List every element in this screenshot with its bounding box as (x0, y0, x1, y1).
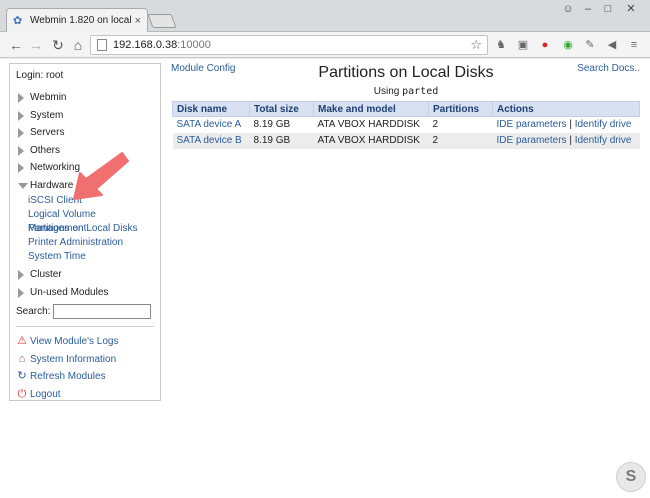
category-system[interactable]: System (16, 107, 154, 125)
table-row: SATA device B 8.19 GB ATA VBOX HARDDISK … (172, 132, 640, 149)
new-tab-button[interactable] (147, 14, 177, 28)
ide-parameters-link[interactable]: IDE parameters (497, 119, 567, 130)
disk-name-link[interactable]: SATA device A (177, 119, 242, 130)
refresh-icon: ↻ (17, 370, 27, 382)
bookmark-star-icon[interactable]: ☆ (470, 37, 482, 53)
module-logical-volume-management[interactable]: Logical Volume Management (16, 208, 154, 234)
search-input[interactable] (53, 303, 152, 319)
expand-triangle-icon (18, 270, 24, 280)
expand-triangle-icon (18, 287, 24, 298)
extension-icon[interactable]: ✎ (582, 37, 598, 53)
column-header: Partitions (428, 101, 493, 117)
category-unused-modules[interactable]: Un-used Modules (16, 284, 154, 302)
identify-drive-link[interactable]: Identify drive (575, 135, 632, 146)
total-size: 8.19 GB (249, 116, 314, 133)
column-header: Total size (249, 101, 314, 117)
forward-arrow-icon[interactable]: → (28, 37, 44, 53)
browser-titlebar: ✿ Webmin 1.820 on localh × ☺ – □ ✕ (0, 0, 650, 32)
tool-name: parted (402, 86, 439, 97)
module-printer-administration[interactable]: Printer Administration (16, 236, 154, 250)
user-profile-icon[interactable]: ☺ (559, 2, 577, 18)
extension-icon[interactable]: ● (537, 37, 553, 53)
collapse-triangle-icon (18, 182, 28, 189)
ide-parameters-link[interactable]: IDE parameters (497, 135, 567, 146)
extension-icon[interactable]: ◉ (560, 37, 576, 53)
page-info-icon[interactable] (97, 39, 107, 51)
page-title: Partitions on Local Disks (318, 64, 494, 81)
total-size: 8.19 GB (249, 132, 314, 149)
make-model: ATA VBOX HARDDISK (313, 116, 429, 133)
expand-triangle-icon (18, 145, 24, 156)
home-icon[interactable]: ⌂ (70, 37, 86, 53)
search-label: Search: (16, 305, 51, 317)
url-host: 192.168.0.38 (113, 39, 178, 51)
make-model: ATA VBOX HARDDISK (313, 132, 429, 149)
module-system-time[interactable]: System Time (16, 250, 154, 264)
expand-triangle-icon (18, 110, 24, 121)
partitions-count: 2 (428, 116, 493, 133)
module-iscsi-client[interactable]: iSCSI Client (16, 194, 154, 208)
watermark-logo: S (616, 462, 646, 492)
partitions-count: 2 (428, 132, 493, 149)
expand-triangle-icon (18, 128, 24, 138)
back-arrow-icon[interactable]: ← (8, 37, 24, 53)
system-information-link[interactable]: ⌂ System Information (16, 351, 154, 369)
cast-icon[interactable]: ◀ (604, 37, 620, 53)
extension-icon[interactable]: ♞ (493, 37, 509, 53)
browser-toolbar: ← → ↻ ⌂ 192.168.0.38:10000 ☆ ♞ ▣ ● ◉ ✎ ◀… (0, 32, 650, 58)
browser-tab[interactable]: ✿ Webmin 1.820 on localh × (6, 8, 148, 32)
separator: | (569, 119, 572, 131)
divider (16, 326, 154, 327)
sidebar-search: Search: (16, 302, 154, 320)
category-servers[interactable]: Servers (16, 124, 154, 142)
page-subtitle: Using parted (373, 86, 439, 97)
column-header: Make and model (313, 101, 429, 117)
module-partitions-on-local-disks[interactable]: Partitions on Local Disks (16, 222, 154, 236)
reload-icon[interactable]: ↻ (50, 37, 66, 53)
identify-drive-link[interactable]: Identify drive (575, 119, 632, 130)
address-bar[interactable]: 192.168.0.38:10000 ☆ (90, 35, 488, 55)
url-port: :10000 (177, 39, 211, 51)
column-header: Actions (492, 101, 640, 117)
warning-icon: ⚠ (17, 335, 27, 347)
tab-title: Webmin 1.820 on localh (30, 15, 131, 26)
webmin-page: Login: root Webmin System Servers Others… (0, 59, 650, 498)
category-cluster[interactable]: Cluster (16, 266, 154, 284)
house-icon: ⌂ (18, 352, 26, 365)
tab-close-icon[interactable]: × (135, 15, 141, 27)
main-content: Module Config Search Docs.. Partitions o… (170, 59, 642, 179)
logout-link[interactable]: ⏻ Logout (16, 386, 154, 404)
view-module-logs-link[interactable]: ⚠ View Module's Logs (16, 333, 154, 351)
category-networking[interactable]: Networking (16, 159, 154, 177)
disk-name-link[interactable]: SATA device B (177, 135, 242, 146)
login-label: Login: root (16, 70, 64, 81)
category-hardware[interactable]: Hardware (16, 177, 154, 195)
maximize-icon[interactable]: □ (599, 2, 617, 18)
menu-icon[interactable]: ≡ (626, 37, 642, 53)
close-window-icon[interactable]: ✕ (622, 2, 640, 18)
expand-triangle-icon (18, 163, 24, 173)
minimize-icon[interactable]: – (579, 2, 597, 18)
sidebar: Login: root Webmin System Servers Others… (9, 63, 161, 401)
logout-icon: ⏻ (17, 387, 27, 400)
category-others[interactable]: Others (16, 142, 154, 160)
disks-table: Disk name Total size Make and model Part… (172, 101, 640, 149)
extension-icon[interactable]: ▣ (515, 37, 531, 53)
webmin-favicon-icon: ✿ (13, 14, 23, 27)
table-header-row: Disk name Total size Make and model Part… (172, 101, 640, 117)
refresh-modules-link[interactable]: ↻ Refresh Modules (16, 368, 154, 386)
separator: | (569, 135, 572, 146)
column-header: Disk name (172, 101, 250, 117)
expand-triangle-icon (18, 93, 24, 103)
table-row: SATA device A 8.19 GB ATA VBOX HARDDISK … (172, 116, 640, 133)
category-webmin[interactable]: Webmin (16, 89, 154, 107)
